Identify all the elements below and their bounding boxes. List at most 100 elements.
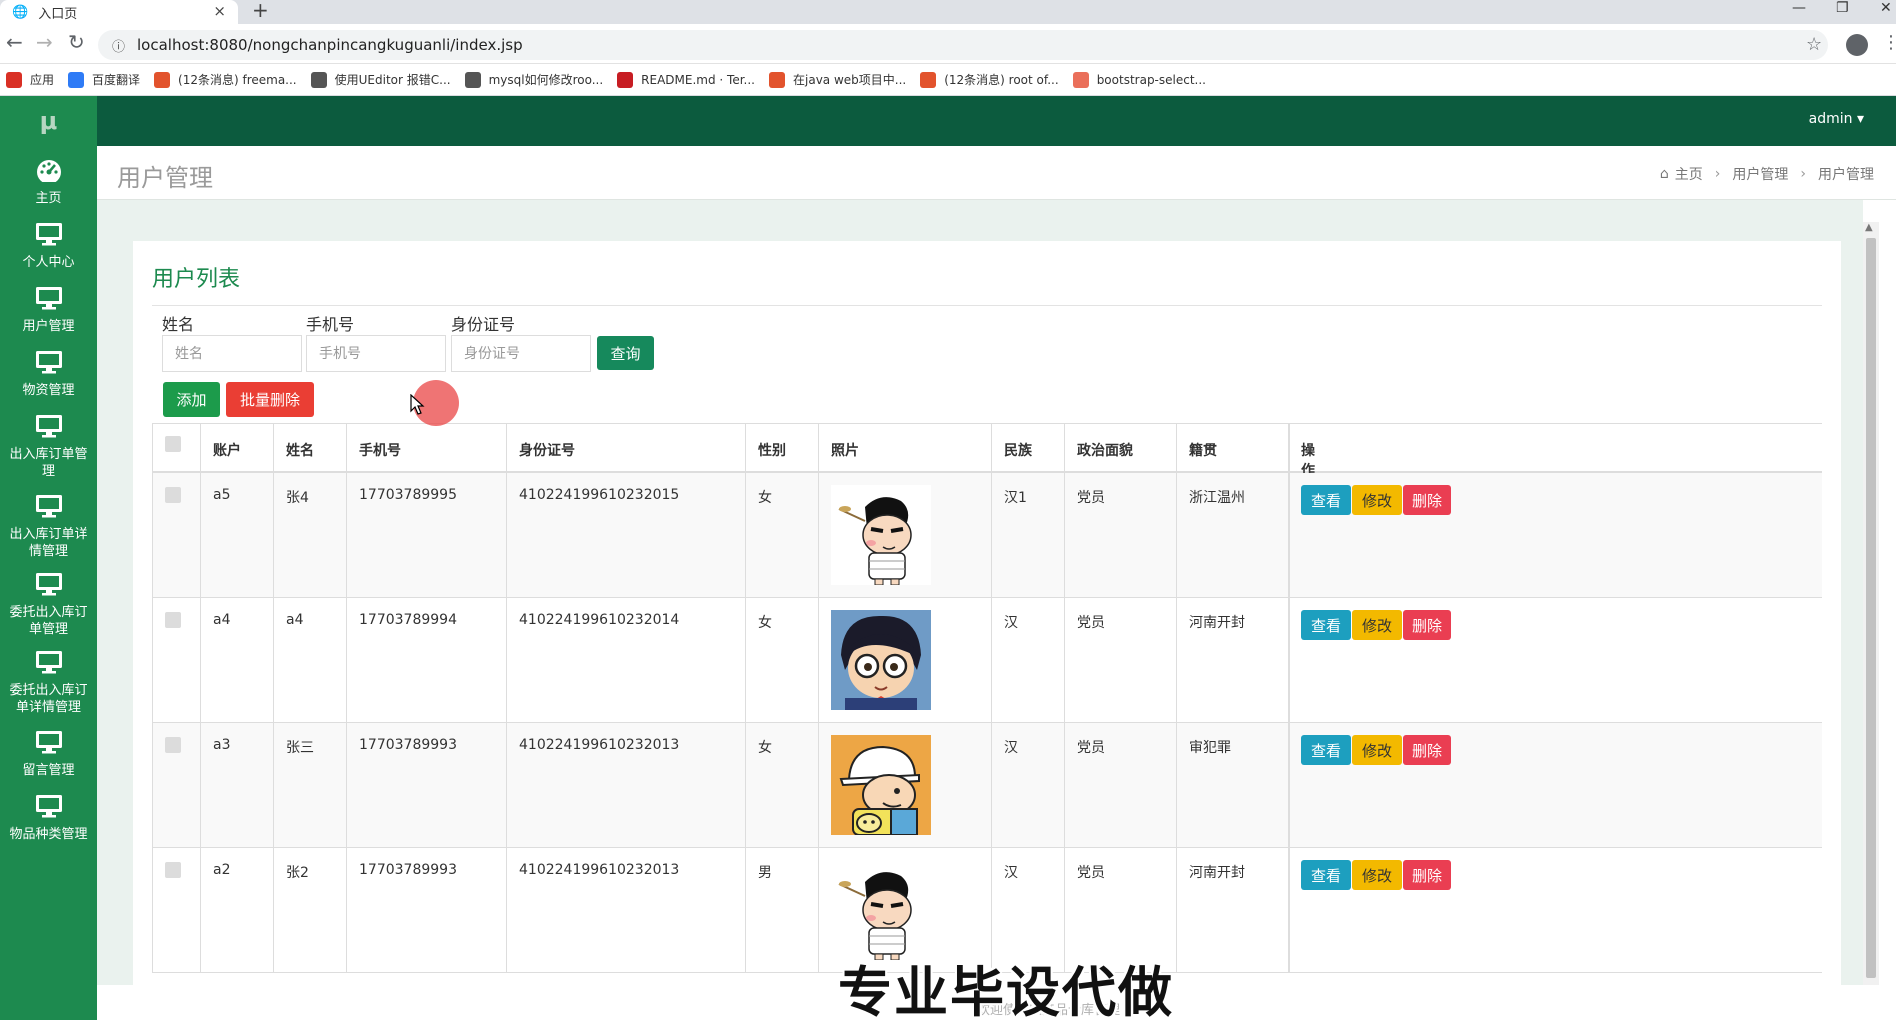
delete-button[interactable]: 删除 — [1403, 860, 1451, 890]
user-menu[interactable]: admin ▾ — [1809, 111, 1864, 127]
add-button[interactable]: 添加 — [163, 382, 220, 417]
cell-text: 党员 — [1077, 740, 1105, 756]
sidebar-item-5[interactable]: 出入库订单详情管理 — [0, 482, 97, 559]
monitor-icon — [35, 730, 63, 754]
cell-text: 党员 — [1077, 615, 1105, 631]
name-search-input[interactable] — [162, 335, 302, 372]
cell-text: 张三 — [286, 740, 314, 756]
breadcrumb-user-manage[interactable]: 用户管理 — [1732, 164, 1788, 184]
view-button[interactable]: 查看 — [1301, 860, 1351, 890]
sidebar-item-6[interactable]: 委托出入库订单管理 — [0, 560, 97, 637]
cell-text: 410224199610232013 — [519, 862, 680, 878]
delete-button[interactable]: 删除 — [1403, 610, 1451, 640]
window-close-icon[interactable]: ✕ — [1880, 0, 1892, 16]
table-row: a5 张4 17703789995 410224199610232015 女 汉1 党员 浙江… — [152, 473, 1822, 598]
back-icon[interactable]: ← — [6, 32, 23, 52]
cell-phone: 17703789993 — [346, 723, 506, 847]
row-checkbox[interactable] — [165, 737, 181, 753]
bookmark-item[interactable]: mysql如何修改roo... — [464, 71, 603, 88]
row-checkbox[interactable] — [165, 487, 181, 503]
phone-search-input[interactable] — [306, 335, 446, 372]
cell-ethnicity: 汉 — [991, 723, 1064, 847]
edit-button[interactable]: 修改 — [1352, 610, 1402, 640]
cell-operations: 查看 修改 删除 — [1288, 848, 1451, 972]
sidebar-item-4[interactable]: 出入库订单管理 — [0, 402, 97, 479]
view-button[interactable]: 查看 — [1301, 735, 1351, 765]
batch-delete-button[interactable]: 批量删除 — [226, 382, 314, 417]
cell-gender: 女 — [745, 598, 818, 722]
delete-button[interactable]: 删除 — [1403, 735, 1451, 765]
dashboard-icon — [35, 158, 63, 184]
edit-button[interactable]: 修改 — [1352, 485, 1402, 515]
cell-text: 汉 — [1004, 615, 1018, 631]
scroll-thumb[interactable] — [1866, 238, 1876, 978]
bookmark-item[interactable]: 使用UEditor 报错C... — [310, 71, 451, 88]
browser-menu-icon[interactable]: ⋮ — [1882, 32, 1896, 53]
bookmark-item[interactable]: README.md · Ter... — [617, 71, 755, 88]
column-header: 账户 — [200, 424, 273, 471]
phone-label: 手机号 — [306, 315, 355, 334]
cell-text: 410224199610232013 — [519, 737, 680, 753]
row-checkbox[interactable] — [165, 612, 181, 628]
edit-button[interactable]: 修改 — [1352, 735, 1402, 765]
bookmark-item[interactable]: 在java web项目中... — [769, 71, 906, 88]
cell-text: a3 — [213, 737, 231, 753]
cell-text: 审犯罪 — [1189, 740, 1231, 756]
forward-icon[interactable]: → — [36, 32, 53, 52]
home-icon: ⌂ — [1659, 166, 1669, 182]
cell-text: 男 — [758, 865, 772, 881]
bookmark-item[interactable]: 应用 — [6, 71, 54, 88]
bookmark-item[interactable]: (12条消息) root of... — [920, 71, 1059, 88]
cell-ethnicity: 汉 — [991, 598, 1064, 722]
select-all-checkbox[interactable] — [165, 436, 181, 452]
column-header: 姓名 — [273, 424, 346, 471]
url-field[interactable]: ⓘ localhost:8080/nongchanpincangkuguanli… — [98, 30, 1828, 60]
reload-icon[interactable]: ↻ — [68, 32, 85, 52]
idcard-search-input[interactable] — [451, 335, 591, 372]
cell-text: 汉 — [1004, 740, 1018, 756]
sidebar-item-label: 物品种类管理 — [9, 827, 88, 842]
new-tab-button[interactable]: + — [252, 0, 269, 20]
info-icon[interactable]: ⓘ — [112, 36, 125, 55]
mouse-cursor-icon — [410, 394, 425, 415]
bookmark-label: 应用 — [30, 73, 55, 87]
baidu-translate-icon — [68, 71, 85, 88]
table-header-row: 账户 姓名 手机号 身份证号 性别 照片 民族 政治面貌 籍贯 操作 — [152, 423, 1822, 479]
query-button[interactable]: 查询 — [597, 336, 654, 370]
user-photo — [831, 735, 931, 835]
cell-text: a4 — [286, 612, 304, 628]
delete-button[interactable]: 删除 — [1403, 485, 1451, 515]
edit-button[interactable]: 修改 — [1352, 860, 1402, 890]
tab-title: 入口页 — [38, 6, 78, 22]
view-button[interactable]: 查看 — [1301, 610, 1351, 640]
table-row: a3 张三 17703789993 410224199610232013 女 汉 党员 审犯罪… — [152, 723, 1822, 848]
scroll-up-arrow-icon[interactable]: ▲ — [1865, 222, 1873, 233]
monitor-icon — [35, 572, 63, 596]
sidebar-item-9[interactable]: 物品种类管理 — [0, 782, 97, 859]
row-checkbox-cell — [152, 473, 200, 597]
browser-tab[interactable]: 🌐 入口页 × — [0, 0, 238, 24]
bookmark-item[interactable]: 百度翻译 — [68, 71, 140, 88]
view-button[interactable]: 查看 — [1301, 485, 1351, 515]
close-tab-icon[interactable]: × — [213, 2, 226, 20]
column-header: 手机号 — [346, 424, 506, 471]
bookmark-label: (12条消息) root of... — [944, 73, 1059, 87]
app-logo[interactable]: μ — [0, 96, 97, 146]
breadcrumb-home[interactable]: 主页 — [1675, 164, 1703, 184]
restore-icon[interactable]: ❐ — [1836, 0, 1849, 16]
bookmark-item[interactable]: (12条消息) freema... — [154, 71, 297, 88]
table-row: a4 a4 17703789994 410224199610232014 女 汉 党员 河南开… — [152, 598, 1822, 723]
url-text: localhost:8080/nongchanpincangkuguanli/i… — [137, 36, 523, 54]
row-checkbox[interactable] — [165, 862, 181, 878]
column-header: 性别 — [745, 424, 818, 471]
minimize-icon[interactable]: — — [1792, 0, 1806, 16]
cell-photo — [818, 723, 991, 847]
sidebar-item-7[interactable]: 委托出入库订单详情管理 — [0, 638, 97, 715]
cell-name: 张2 — [273, 848, 346, 972]
account-avatar-icon[interactable] — [1846, 34, 1868, 56]
cell-politics: 党员 — [1064, 598, 1176, 722]
content-scrollbar[interactable]: ▲ — [1863, 222, 1879, 985]
cell-operations: 查看 修改 删除 — [1288, 723, 1451, 847]
bookmark-star-icon[interactable]: ☆ — [1806, 34, 1822, 55]
bookmark-item[interactable]: bootstrap-select... — [1072, 71, 1206, 88]
